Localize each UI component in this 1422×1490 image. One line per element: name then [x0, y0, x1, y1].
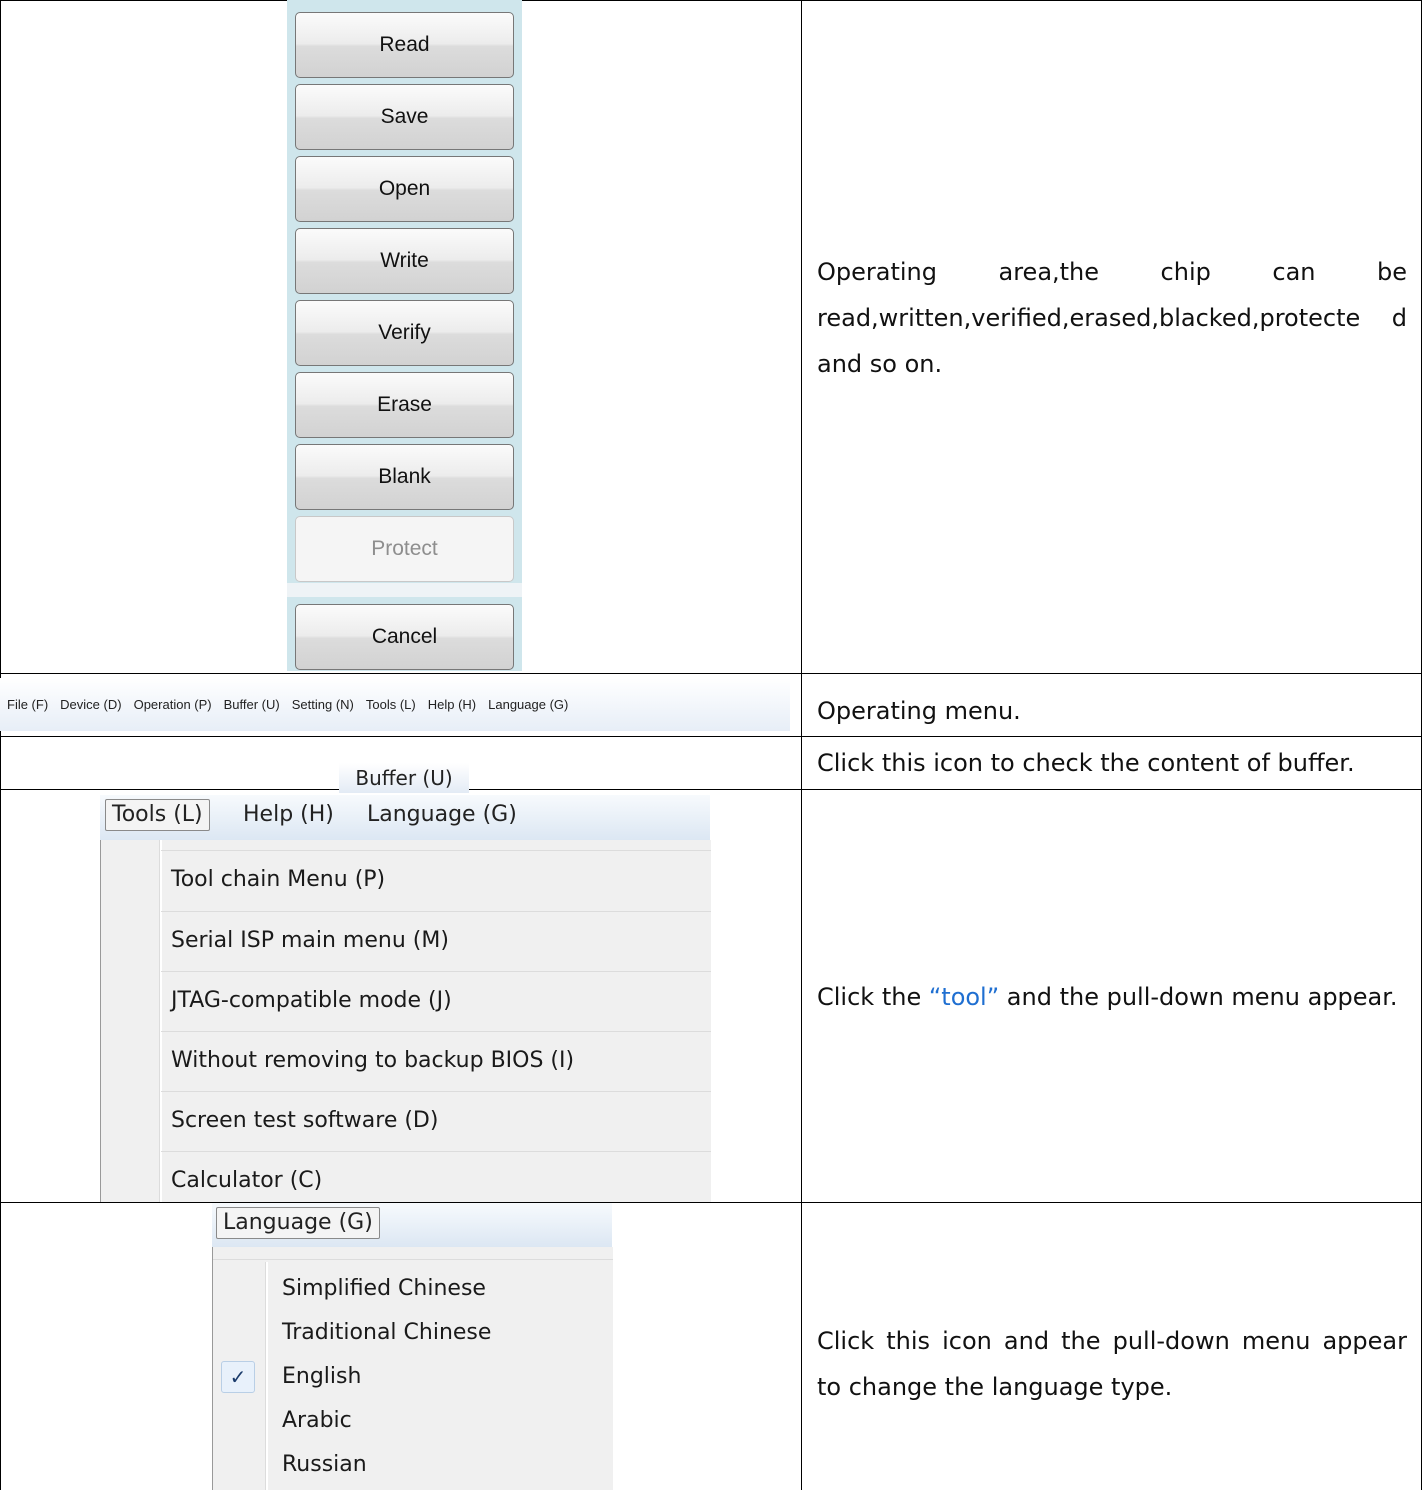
- row4-description: Click the “tool” and the pull-down menu …: [817, 974, 1407, 1020]
- language-menu-title[interactable]: Language (G): [367, 802, 517, 827]
- menu-item-backup-bios[interactable]: Without removing to backup BIOS (I): [171, 1031, 711, 1091]
- menu-icon-gutter: [159, 840, 162, 1202]
- menu-icon-gutter: [265, 1262, 268, 1490]
- tools-dropdown: Tool chain Menu (P) Serial ISP main menu…: [100, 840, 711, 1202]
- menu-item-arabic[interactable]: Arabic: [282, 1406, 352, 1436]
- menu-item-jtag[interactable]: JTAG-compatible mode (J): [171, 971, 711, 1031]
- menu-language[interactable]: Language (G): [488, 697, 568, 712]
- cancel-button[interactable]: Cancel: [295, 604, 514, 670]
- read-button[interactable]: Read: [295, 12, 514, 78]
- save-button[interactable]: Save: [295, 84, 514, 150]
- table-border-left: [0, 0, 1, 1490]
- menu-item-tool-chain[interactable]: Tool chain Menu (P): [171, 850, 711, 910]
- operation-button-panel: Read Save Open Write Verify Erase Blank …: [287, 0, 522, 671]
- menu-device[interactable]: Device (D): [60, 697, 121, 712]
- row-divider-3: [0, 789, 1422, 790]
- menu-item-english[interactable]: English: [282, 1362, 361, 1392]
- row4-text-highlight: “tool”: [928, 983, 1000, 1011]
- menu-item-simplified-chinese[interactable]: Simplified Chinese: [282, 1274, 486, 1304]
- column-divider: [801, 0, 802, 1490]
- row-divider-1: [0, 673, 1422, 674]
- language-dropdown: Simplified Chinese Traditional Chinese ✓…: [212, 1247, 613, 1490]
- row1-description: Operating area,the chip can be read,writ…: [817, 258, 1407, 378]
- tools-menu-title[interactable]: Tools (L): [105, 799, 210, 831]
- row-divider-2: [0, 736, 1422, 737]
- menu-file[interactable]: File (F): [7, 697, 48, 712]
- table-border-top: [0, 0, 1422, 1]
- protect-button: Protect: [295, 516, 514, 582]
- menu-bar: File (F) Device (D) Operation (P) Buffer…: [0, 678, 790, 731]
- menu-tools[interactable]: Tools (L): [366, 697, 416, 712]
- menu-item-traditional-chinese[interactable]: Traditional Chinese: [282, 1318, 491, 1348]
- menu-item-russian[interactable]: Russian: [282, 1450, 367, 1480]
- check-icon: ✓: [221, 1361, 255, 1393]
- help-menu-title[interactable]: Help (H): [243, 802, 334, 827]
- blank-button[interactable]: Blank: [295, 444, 514, 510]
- buffer-button[interactable]: Buffer (U): [339, 763, 469, 793]
- menu-item-calculator[interactable]: Calculator (C): [171, 1151, 711, 1211]
- row4-text-after: and the pull-down menu appear.: [999, 983, 1398, 1011]
- panel-separator: [287, 583, 522, 597]
- language-menu-title[interactable]: Language (G): [216, 1207, 380, 1239]
- open-button[interactable]: Open: [295, 156, 514, 222]
- row4-text-before: Click the: [817, 983, 929, 1011]
- row3-description: Click this icon to check the content of …: [817, 749, 1355, 777]
- language-menu-header: Language (G): [212, 1203, 612, 1248]
- menu-separator: [213, 1259, 613, 1260]
- menu-operation[interactable]: Operation (P): [134, 697, 212, 712]
- menu-buffer[interactable]: Buffer (U): [224, 697, 280, 712]
- row5-description: Click this icon and the pull-down menu a…: [817, 1327, 1407, 1401]
- write-button[interactable]: Write: [295, 228, 514, 294]
- menu-setting[interactable]: Setting (N): [292, 697, 354, 712]
- menu-item-screen-test[interactable]: Screen test software (D): [171, 1091, 711, 1151]
- menu-help[interactable]: Help (H): [428, 697, 476, 712]
- erase-button[interactable]: Erase: [295, 372, 514, 438]
- menu-item-serial-isp[interactable]: Serial ISP main menu (M): [171, 911, 711, 971]
- verify-button[interactable]: Verify: [295, 300, 514, 366]
- tools-menu-header: Tools (L) Help (H) Language (G): [100, 795, 710, 841]
- row2-description: Operating menu.: [817, 697, 1021, 725]
